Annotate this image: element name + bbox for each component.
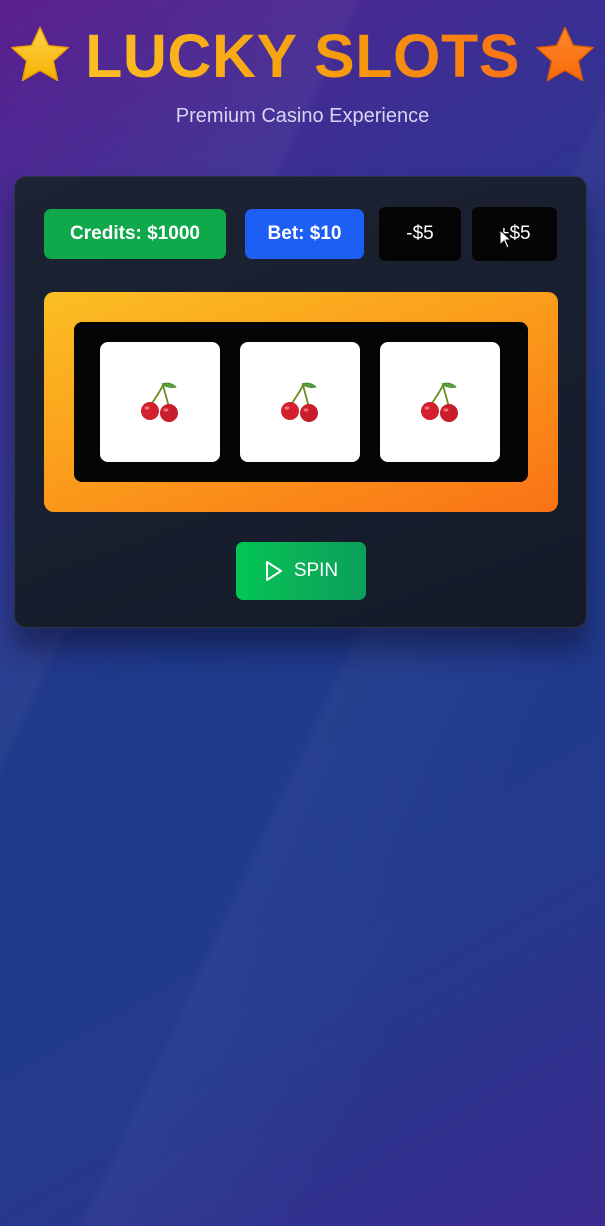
- spin-label: SPIN: [293, 560, 339, 581]
- slot-machine-card: Credits: $1000 Bet: $10 -$5 +$5 SPIN: [14, 176, 587, 628]
- subtitle: Premium Casino Experience: [175, 105, 430, 127]
- cherry-icon: [421, 382, 458, 422]
- title-row: LUCKY SLOTS: [0, 18, 605, 94]
- cherry-icon: [281, 382, 318, 422]
- reel-1: [100, 342, 220, 462]
- play-icon: [265, 561, 282, 581]
- spin-button[interactable]: SPIN: [236, 542, 366, 600]
- reel-2: [240, 342, 360, 462]
- star-icon: [11, 26, 69, 82]
- header: LUCKY SLOTS Premium Casino Experience: [0, 18, 605, 128]
- reel-window: [74, 322, 528, 482]
- reel-3: [380, 342, 500, 462]
- star-icon: [536, 26, 594, 82]
- decrease-bet-button[interactable]: -$5: [378, 206, 462, 262]
- credits-badge: Credits: $1000: [44, 209, 226, 259]
- reel-frame: [44, 292, 558, 512]
- cherry-icon: [141, 382, 178, 422]
- app-title: LUCKY SLOTS: [85, 18, 520, 94]
- increase-bet-button[interactable]: +$5: [471, 206, 558, 262]
- bet-badge: Bet: $10: [245, 209, 364, 259]
